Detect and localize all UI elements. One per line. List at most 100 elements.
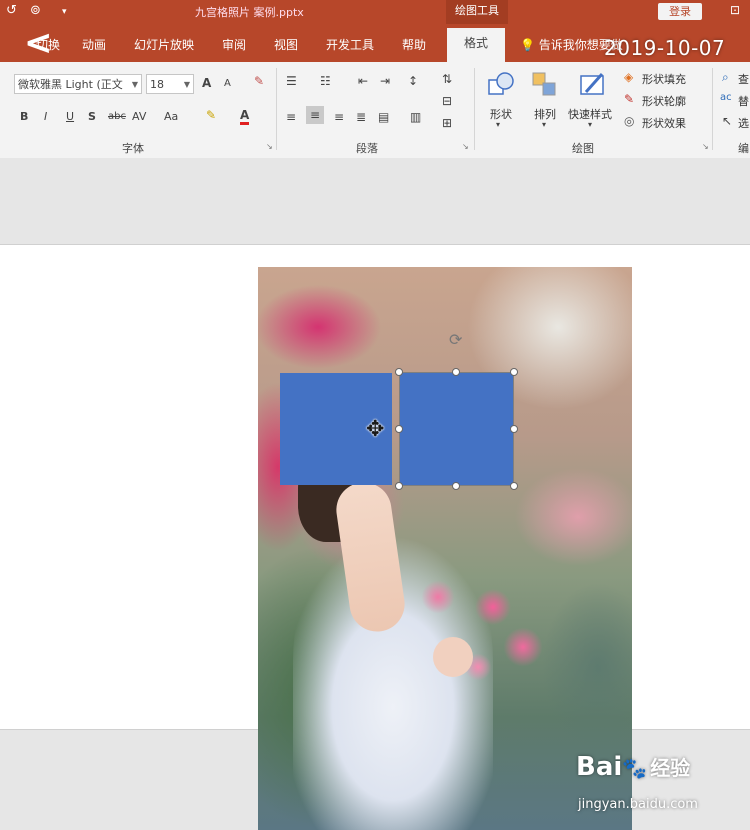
chevron-down-icon: ▾	[542, 120, 547, 129]
video-timestamp: 2019-10-07	[604, 36, 726, 60]
paint-bucket-icon: ◈	[624, 70, 634, 84]
character-spacing-button[interactable]: AV	[132, 110, 146, 123]
change-case-button[interactable]: Aa	[164, 110, 178, 123]
replace-icon: ac	[720, 92, 732, 103]
tab-developer[interactable]: 开发工具	[326, 36, 374, 53]
watermark-brand-suffix: 经验	[650, 756, 691, 780]
shrink-font-button[interactable]: A	[224, 78, 231, 89]
ribbon-display-options-icon[interactable]: ⊡	[730, 3, 740, 17]
tab-view[interactable]: 视图	[274, 36, 298, 53]
pen-icon: ✎	[624, 92, 635, 106]
tab-slideshow[interactable]: 幻灯片放映	[134, 36, 194, 53]
align-left-icon[interactable]: ≡	[286, 110, 296, 124]
title-bar: ↺ ⊚ ▾ 九宫格照片 案例.pptx 绘图工具 登录 ⊡	[0, 0, 750, 24]
bold-button[interactable]: B	[20, 110, 28, 123]
font-color-button[interactable]: A	[240, 108, 250, 125]
quick-styles-icon[interactable]	[578, 70, 608, 100]
font-name-dropdown[interactable]: 微软雅黑 Light (正文 ▼	[14, 74, 142, 94]
resize-handle-right[interactable]	[510, 425, 518, 433]
align-center-icon[interactable]: ≡	[306, 106, 325, 124]
clear-formatting-icon[interactable]: ✎	[254, 74, 264, 88]
grow-font-button[interactable]: A	[202, 76, 211, 90]
text-shadow-button[interactable]: S	[88, 110, 96, 123]
baidu-jingyan-watermark: Bai🐾 经验	[576, 752, 690, 782]
increase-indent-icon[interactable]: ⇥	[380, 74, 390, 88]
underline-button[interactable]: U	[66, 110, 74, 123]
shape-effects-icon: ◎	[624, 114, 635, 128]
chevron-down-icon: ▼	[183, 80, 190, 89]
line-spacing-icon[interactable]: ↕	[408, 74, 418, 88]
photo-hand	[433, 637, 473, 677]
strikethrough-button[interactable]: abc	[108, 111, 126, 122]
shape-fill-button[interactable]: 形状填充	[642, 71, 686, 87]
columns-icon[interactable]: ▥	[410, 110, 421, 124]
drawing-group-label: 绘图	[572, 142, 594, 155]
watermark-brand: Bai	[576, 752, 623, 782]
highlight-color-icon[interactable]: ✎	[206, 108, 216, 122]
font-name-value: 微软雅黑 Light (正文	[18, 78, 123, 91]
tab-animations[interactable]: 动画	[82, 36, 106, 53]
italic-button[interactable]: I	[44, 110, 47, 123]
select-button[interactable]: 选	[738, 115, 749, 131]
font-size-dropdown[interactable]: 18 ▼	[146, 74, 194, 94]
lightbulb-icon: 💡	[520, 38, 535, 52]
select-arrow-icon: ↖	[722, 114, 733, 128]
editing-group-label: 编	[738, 142, 749, 155]
resize-handle-top-right[interactable]	[510, 368, 518, 376]
find-icon: ⌕	[722, 70, 729, 84]
paw-icon: 🐾	[622, 756, 648, 780]
photo-bouquet	[408, 567, 548, 687]
replace-button[interactable]: 替	[738, 93, 749, 109]
drawing-tools-context-label: 绘图工具	[446, 0, 508, 24]
start-slideshow-icon[interactable]: ⊚	[30, 3, 41, 18]
chevron-down-icon: ▾	[496, 120, 501, 129]
resize-handle-bottom-left[interactable]	[395, 482, 403, 490]
resize-handle-top-left[interactable]	[395, 368, 403, 376]
shapes-label[interactable]: 形状	[490, 106, 512, 122]
paragraph-dialog-launcher-icon[interactable]: ↘	[462, 142, 469, 151]
move-cursor-icon: ✥	[366, 417, 385, 442]
find-button[interactable]: 查	[738, 71, 749, 87]
undo-icon[interactable]: ↺	[6, 3, 17, 18]
rotate-handle-icon[interactable]: ⟳	[449, 330, 462, 349]
align-right-icon[interactable]: ≡	[334, 110, 344, 124]
resize-handle-top[interactable]	[452, 368, 460, 376]
ribbon-tabs: < 切换 动画 幻灯片放映 审阅 视图 开发工具 帮助 格式 💡 告诉我你想要做…	[0, 24, 750, 62]
shape-outline-button[interactable]: 形状轮廓	[642, 93, 686, 109]
chevron-down-icon: ▼	[131, 80, 138, 89]
numbering-icon[interactable]: ☷	[320, 74, 331, 88]
shapes-icon[interactable]	[486, 70, 516, 100]
resize-handle-left[interactable]	[395, 425, 403, 433]
convert-smartart-icon[interactable]: ⊞	[442, 116, 452, 130]
align-text-icon[interactable]: ⊟	[442, 94, 452, 108]
chevron-down-icon: ▾	[588, 120, 593, 129]
group-divider	[712, 68, 713, 150]
distributed-icon[interactable]: ▤	[378, 110, 389, 124]
slide-photo[interactable]	[258, 267, 632, 830]
bullets-icon[interactable]: ☰	[286, 74, 297, 88]
paragraph-group-label: 段落	[356, 142, 378, 155]
tab-help[interactable]: 帮助	[402, 36, 426, 53]
justify-icon[interactable]: ≣	[356, 110, 366, 124]
font-group-label: 字体	[122, 142, 144, 155]
ribbon-body: 微软雅黑 Light (正文 ▼ 18 ▼ A A ✎ B I U S abc …	[0, 62, 750, 159]
selection-frame	[399, 372, 514, 486]
watermark-url: jingyan.baidu.com	[578, 797, 698, 812]
group-divider	[474, 68, 475, 150]
shape-effects-button[interactable]: 形状效果	[642, 115, 686, 131]
document-title: 九宫格照片 案例.pptx	[195, 6, 304, 19]
resize-handle-bottom[interactable]	[452, 482, 460, 490]
font-size-value: 18	[150, 78, 164, 91]
tab-format[interactable]: 格式	[447, 28, 505, 62]
login-button[interactable]: 登录	[658, 3, 702, 20]
resize-handle-bottom-right[interactable]	[510, 482, 518, 490]
text-direction-icon[interactable]: ⇅	[442, 72, 452, 86]
group-divider	[276, 68, 277, 150]
tab-transitions[interactable]: 切换	[36, 36, 60, 53]
customize-qat-icon[interactable]: ▾	[62, 7, 67, 17]
arrange-icon[interactable]	[530, 70, 560, 100]
decrease-indent-icon[interactable]: ⇤	[358, 74, 368, 88]
tab-review[interactable]: 审阅	[222, 36, 246, 53]
font-dialog-launcher-icon[interactable]: ↘	[266, 142, 273, 151]
drawing-dialog-launcher-icon[interactable]: ↘	[702, 142, 709, 151]
